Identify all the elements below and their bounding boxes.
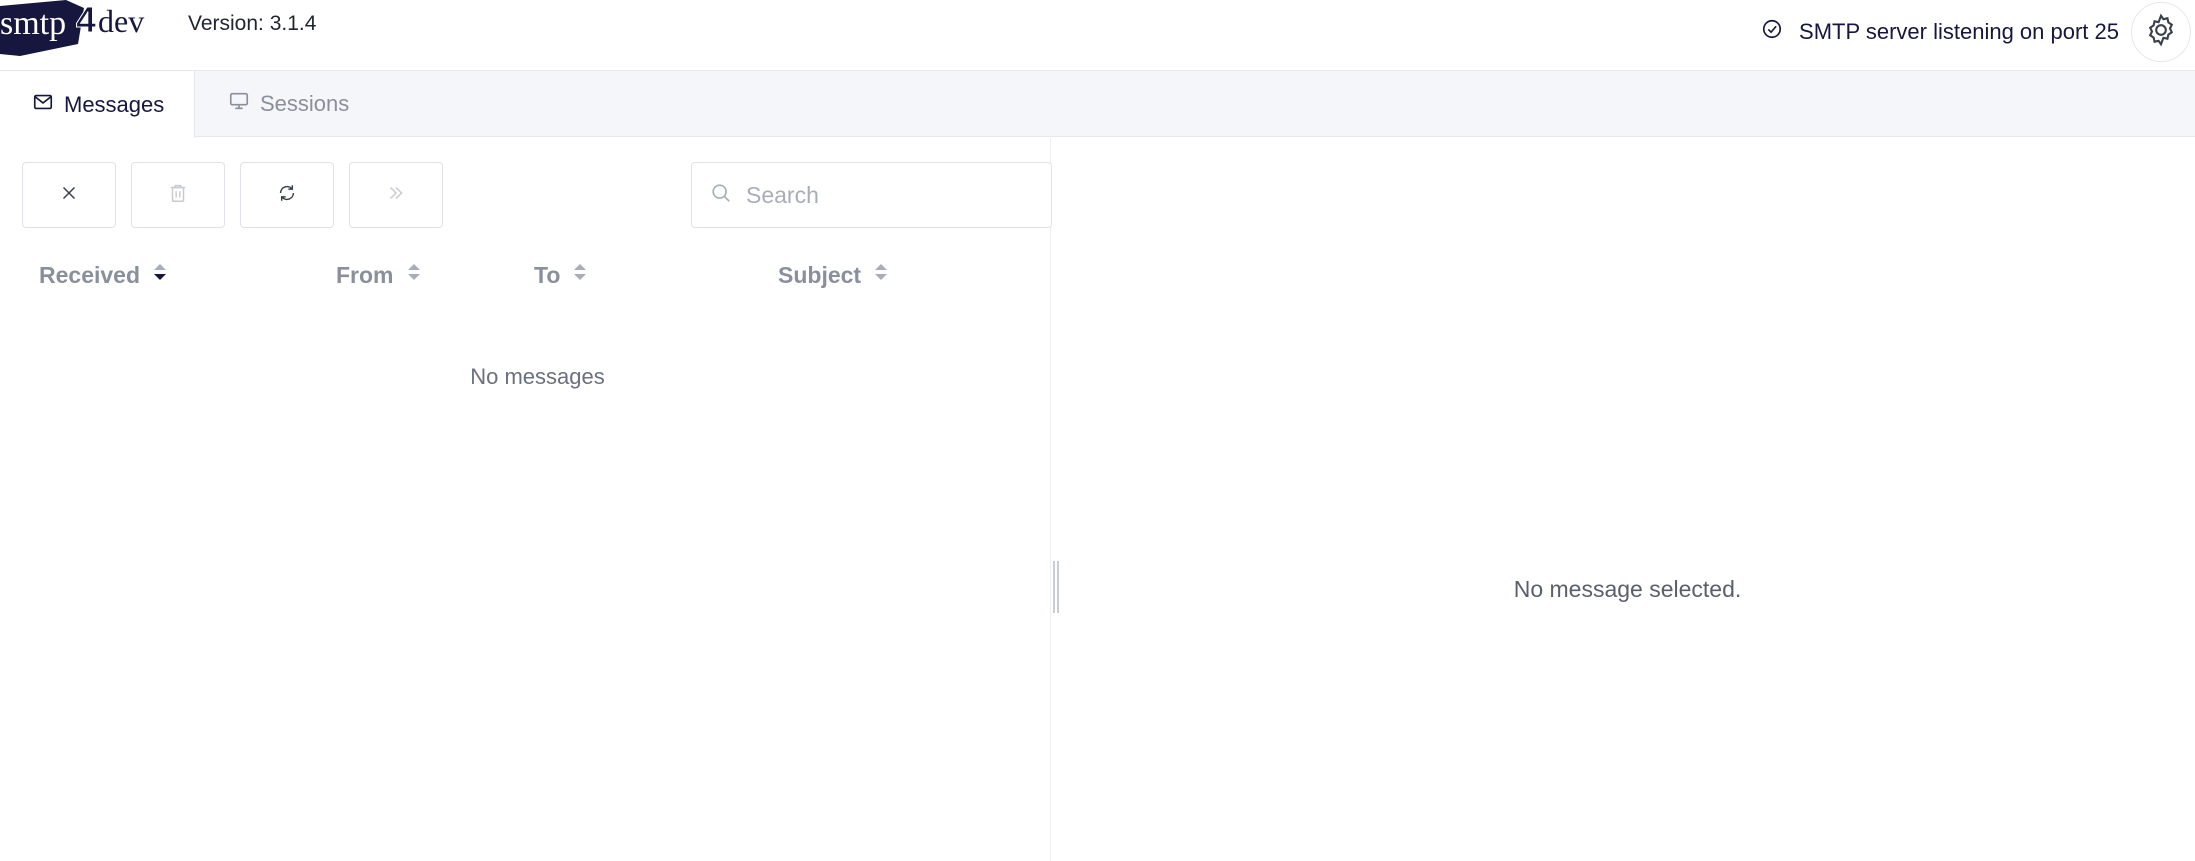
column-header-subject[interactable]: Subject [778, 260, 889, 290]
empty-list-text: No messages [470, 364, 605, 389]
delete-button[interactable] [131, 162, 225, 228]
column-from-label: From [336, 261, 394, 288]
monitor-icon [228, 90, 250, 118]
message-view-panel: No message selected. [1060, 138, 2195, 861]
tab-messages-label: Messages [64, 91, 165, 117]
tab-sessions[interactable]: Sessions [196, 71, 381, 137]
server-status: SMTP server listening on port 25 [1761, 18, 2119, 46]
close-icon [58, 182, 80, 209]
version-label: Version: 3.1.4 [188, 12, 317, 35]
double-chevron-right-icon [385, 182, 407, 209]
server-status-text: SMTP server listening on port 25 [1799, 19, 2119, 44]
tab-sessions-label: Sessions [260, 91, 350, 116]
settings-button[interactable] [2131, 2, 2191, 62]
column-subject-label: Subject [778, 261, 862, 288]
mail-icon [32, 91, 54, 119]
column-header-to[interactable]: To [534, 260, 588, 290]
gear-icon [2143, 12, 2179, 53]
sort-icon [406, 260, 422, 290]
smtp4dev-logo: smtp 4 dev [0, 0, 160, 60]
column-received-label: Received [39, 261, 141, 288]
refresh-button[interactable] [240, 162, 334, 228]
logo-text-tail: dev [98, 3, 144, 39]
logo-graphic: smtp 4 dev [0, 0, 144, 56]
trash-icon [167, 182, 189, 209]
message-list-panel: Received From To Subject [0, 138, 1052, 861]
search-icon [710, 182, 732, 209]
column-header-from[interactable]: From [336, 260, 422, 290]
panel-splitter-handle[interactable] [1053, 561, 1059, 613]
column-header-received[interactable]: Received [39, 260, 168, 290]
column-to-label: To [534, 261, 561, 288]
no-message-selected-text: No message selected. [1513, 576, 1742, 602]
sort-icon [873, 260, 889, 290]
tab-messages[interactable]: Messages [0, 71, 195, 138]
search-box [691, 162, 1052, 228]
logo-text-digit: 4 [76, 0, 96, 40]
logo-text-main: smtp [0, 5, 66, 42]
relay-button[interactable] [349, 162, 443, 228]
app-header: smtp 4 dev Version: 3.1.4 SMTP server li… [0, 0, 2195, 71]
search-input[interactable] [744, 180, 1034, 210]
sort-icon [572, 260, 588, 290]
clear-button[interactable] [22, 162, 116, 228]
main-tabs: Messages Sessions [0, 71, 2195, 138]
check-circle-icon [1761, 18, 1783, 46]
sort-descending-icon [152, 260, 168, 290]
refresh-icon [276, 182, 298, 209]
